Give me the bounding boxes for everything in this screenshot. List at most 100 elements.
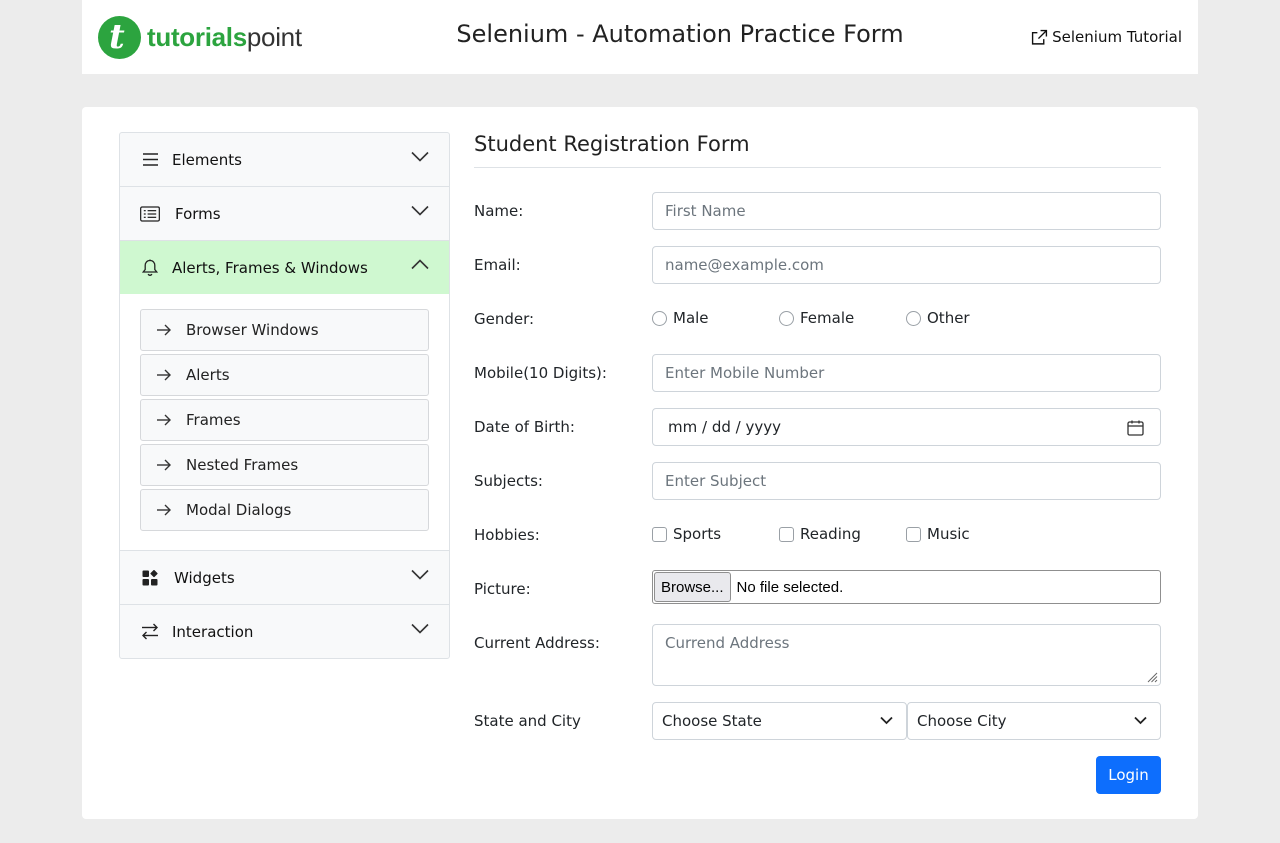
- mobile-label: Mobile(10 Digits):: [474, 364, 607, 382]
- accordion-label-elements: Elements: [172, 150, 242, 169]
- checkbox[interactable]: [779, 526, 794, 542]
- radio-button[interactable]: [906, 310, 921, 326]
- accordion-header-elements[interactable]: Elements: [120, 133, 449, 186]
- main-card: Elements Forms Alerts, Frames & Windows: [82, 107, 1198, 819]
- email-input[interactable]: [652, 246, 1161, 284]
- dob-input[interactable]: mm / dd / yyyy: [652, 408, 1161, 446]
- external-link-icon: [1032, 29, 1048, 45]
- sub-item-nested-frames[interactable]: Nested Frames: [140, 444, 429, 486]
- radio-button[interactable]: [779, 310, 794, 326]
- accordion-item-interaction: Interaction: [120, 605, 449, 658]
- resize-handle-icon[interactable]: [1146, 671, 1158, 683]
- chevron-down-icon: [411, 151, 429, 162]
- state-select-value: Choose State: [662, 712, 762, 730]
- widgets-icon: [140, 569, 160, 586]
- bell-icon: [140, 259, 160, 277]
- sidebar-accordion: Elements Forms Alerts, Frames & Windows: [119, 132, 450, 659]
- logo-text: tutorialspoint: [147, 21, 302, 52]
- chevron-up-icon: [411, 259, 429, 270]
- accordion-header-forms[interactable]: Forms: [120, 187, 449, 240]
- picture-label: Picture:: [474, 580, 531, 598]
- accordion-label-alerts-frames-windows: Alerts, Frames & Windows: [172, 258, 368, 277]
- gender-option-male[interactable]: Male: [652, 309, 779, 327]
- address-textarea[interactable]: Currend Address: [652, 624, 1161, 686]
- checkbox[interactable]: [906, 526, 921, 542]
- accordion-header-interaction[interactable]: Interaction: [120, 605, 449, 658]
- hobbies-checkbox-group: Sports Reading Music: [652, 525, 1033, 543]
- arrow-right-icon: [156, 414, 172, 426]
- login-button[interactable]: Login: [1096, 756, 1161, 794]
- picture-file-input[interactable]: Browse... No file selected.: [652, 570, 1161, 604]
- sub-item-label: Frames: [186, 411, 241, 429]
- sub-item-label: Modal Dialogs: [186, 501, 292, 519]
- tutorialspoint-logo[interactable]: t tutorialspoint: [98, 15, 302, 59]
- checkbox-label: Reading: [800, 525, 861, 543]
- chevron-down-icon: [411, 569, 429, 580]
- state-select[interactable]: Choose State: [652, 702, 907, 740]
- chevron-down-icon: [1134, 716, 1147, 725]
- arrow-right-icon: [156, 324, 172, 336]
- mobile-input[interactable]: [652, 354, 1161, 392]
- sub-item-alerts[interactable]: Alerts: [140, 354, 429, 396]
- accordion-item-forms: Forms: [120, 187, 449, 241]
- submit-row: Login: [474, 756, 1161, 794]
- accordion-item-alerts-frames-windows: Alerts, Frames & Windows Browser Windows…: [120, 241, 449, 551]
- radio-label: Male: [673, 309, 709, 327]
- dob-value: mm / dd / yyyy: [668, 418, 781, 436]
- sub-item-modal-dialogs[interactable]: Modal Dialogs: [140, 489, 429, 531]
- sub-item-label: Nested Frames: [186, 456, 299, 474]
- checkbox[interactable]: [652, 526, 667, 542]
- email-label: Email:: [474, 256, 521, 274]
- menu-icon: [140, 152, 160, 167]
- hobby-option-sports[interactable]: Sports: [652, 525, 779, 543]
- chevron-down-icon: [880, 716, 893, 725]
- accordion-label-widgets: Widgets: [174, 568, 235, 587]
- dob-label: Date of Birth:: [474, 418, 575, 436]
- arrow-right-icon: [156, 459, 172, 471]
- logo-icon: t: [98, 15, 141, 59]
- checkbox-label: Music: [927, 525, 970, 543]
- selenium-tutorial-link[interactable]: Selenium Tutorial: [1031, 28, 1182, 46]
- address-label: Current Address:: [474, 634, 600, 652]
- radio-label: Female: [800, 309, 855, 327]
- student-registration-form: Student Registration Form Name: Email: G…: [474, 132, 1161, 794]
- accordion-item-elements: Elements: [120, 133, 449, 187]
- subjects-input[interactable]: [652, 462, 1161, 500]
- accordion-label-interaction: Interaction: [172, 622, 254, 641]
- hobby-option-reading[interactable]: Reading: [779, 525, 906, 543]
- gender-radio-group: Male Female Other: [652, 309, 1033, 327]
- accordion-header-alerts-frames-windows[interactable]: Alerts, Frames & Windows: [120, 241, 449, 294]
- name-input[interactable]: [652, 192, 1161, 230]
- header: t tutorialspoint Selenium - Automation P…: [82, 0, 1198, 74]
- gender-option-female[interactable]: Female: [779, 309, 906, 327]
- city-select-value: Choose City: [917, 712, 1007, 730]
- chevron-down-icon: [411, 623, 429, 634]
- address-placeholder: Currend Address: [665, 634, 790, 652]
- gender-label: Gender:: [474, 310, 535, 328]
- arrow-right-icon: [156, 369, 172, 381]
- selenium-tutorial-label: Selenium Tutorial: [1052, 28, 1182, 46]
- list-icon: [140, 205, 160, 222]
- accordion-label-forms: Forms: [175, 204, 221, 223]
- radio-button[interactable]: [652, 310, 667, 326]
- arrows-swap-icon: [140, 623, 160, 640]
- checkbox-label: Sports: [673, 525, 722, 543]
- accordion-header-widgets[interactable]: Widgets: [120, 551, 449, 604]
- file-status: No file selected.: [736, 578, 844, 596]
- subjects-label: Subjects:: [474, 472, 543, 490]
- hobbies-label: Hobbies:: [474, 526, 540, 544]
- accordion-body-alerts-frames-windows: Browser Windows Alerts Frames Nested Fra…: [120, 294, 449, 550]
- sub-item-label: Browser Windows: [186, 321, 319, 339]
- hobby-option-music[interactable]: Music: [906, 525, 1033, 543]
- calendar-icon[interactable]: [1127, 420, 1144, 436]
- browse-button[interactable]: Browse...: [654, 572, 731, 602]
- gender-option-other[interactable]: Other: [906, 309, 1033, 327]
- sub-item-frames[interactable]: Frames: [140, 399, 429, 441]
- accordion-item-widgets: Widgets: [120, 551, 449, 605]
- radio-label: Other: [927, 309, 970, 327]
- chevron-down-icon: [411, 205, 429, 216]
- city-select[interactable]: Choose City: [907, 702, 1161, 740]
- sub-item-browser-windows[interactable]: Browser Windows: [140, 309, 429, 351]
- state-city-label: State and City: [474, 712, 581, 730]
- form-title: Student Registration Form: [474, 132, 1161, 168]
